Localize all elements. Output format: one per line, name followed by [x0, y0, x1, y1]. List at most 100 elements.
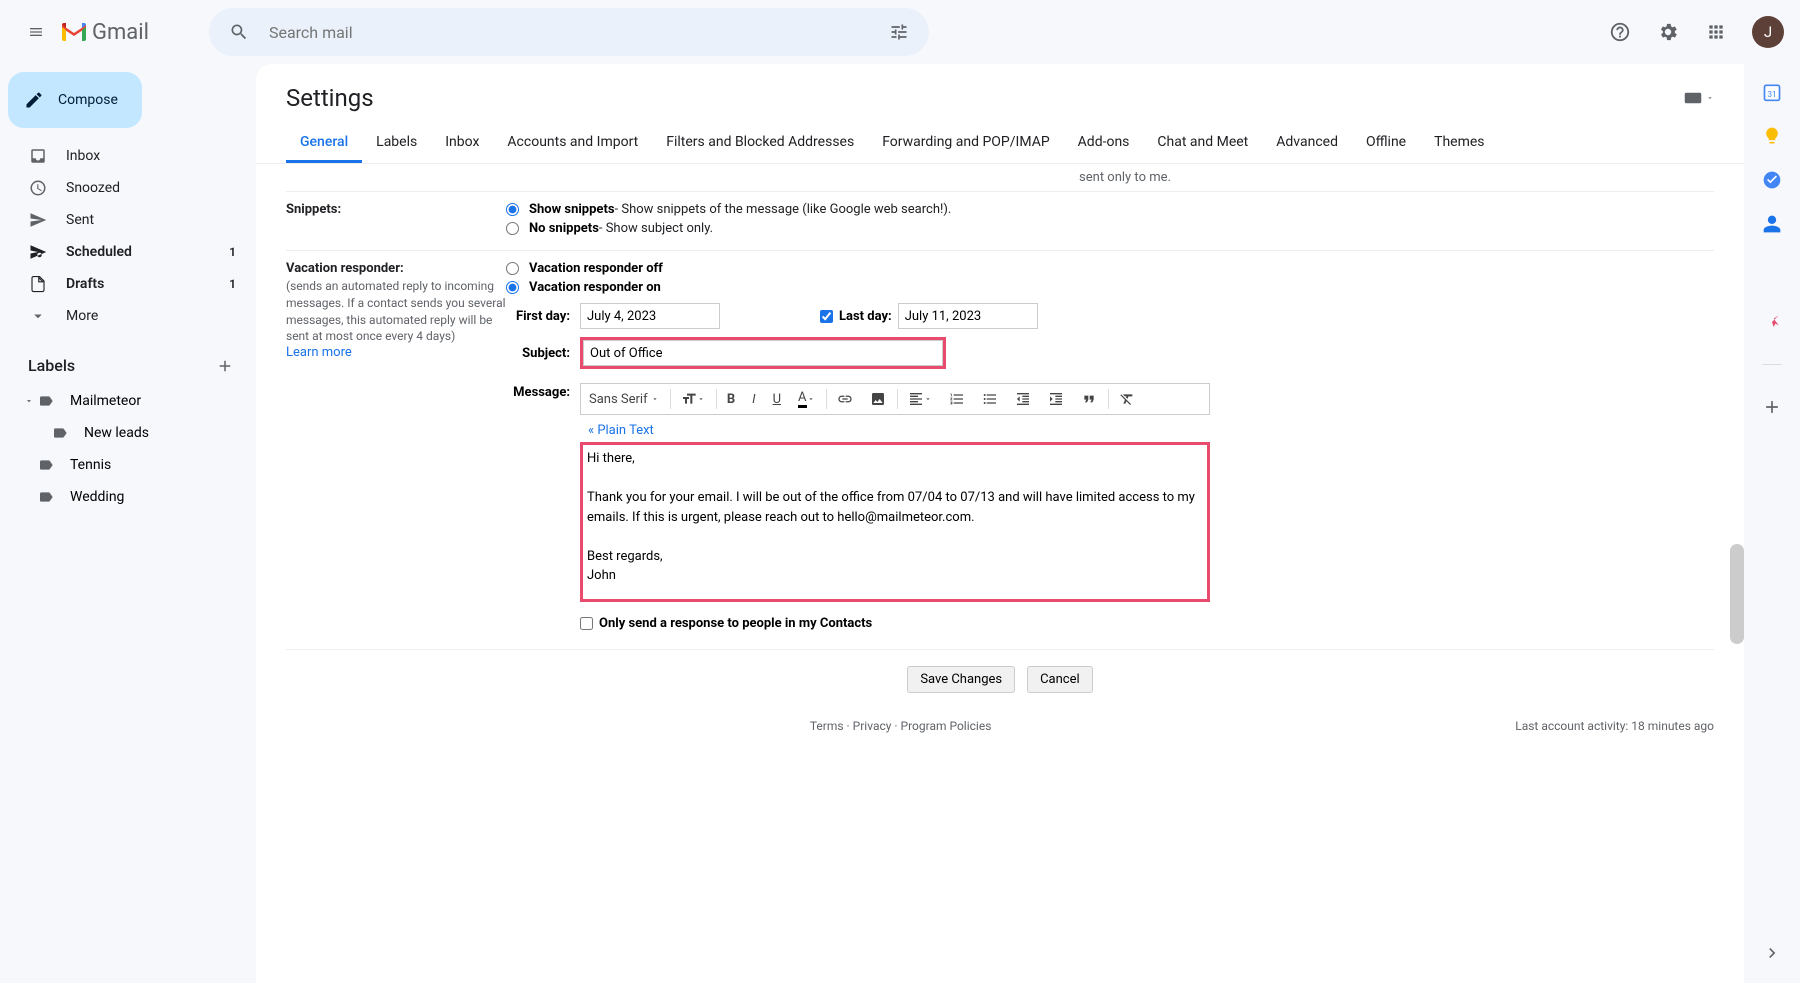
pencil-icon [24, 90, 44, 110]
first-day-input[interactable] [580, 303, 720, 329]
align-button[interactable] [900, 384, 941, 414]
addon-button[interactable] [1762, 312, 1782, 332]
text-size-icon [681, 391, 697, 407]
radio-show-snippets[interactable] [506, 203, 519, 216]
radio-no-snippets[interactable] [506, 222, 519, 235]
main-content: Settings General Labels Inbox Accounts a… [256, 64, 1744, 983]
tab-inbox[interactable]: Inbox [431, 124, 493, 163]
account-avatar[interactable]: J [1752, 16, 1784, 48]
draft-icon [29, 275, 47, 293]
indent-decrease-icon [1015, 391, 1031, 407]
search-bar[interactable] [209, 8, 929, 56]
search-input[interactable] [259, 23, 879, 42]
calendar-icon: 31 [1762, 82, 1782, 102]
tab-accounts[interactable]: Accounts and Import [493, 124, 652, 163]
contacts-only-checkbox[interactable] [580, 617, 593, 630]
sidebar: Compose Inbox Snoozed Sent Scheduled1 Dr… [0, 64, 256, 983]
sidebar-item-sent[interactable]: Sent [8, 204, 248, 236]
help-icon [1609, 21, 1631, 43]
sidebar-item-more[interactable]: More [8, 300, 248, 332]
font-size-button[interactable] [673, 384, 714, 414]
sidebar-item-scheduled[interactable]: Scheduled1 [8, 236, 248, 268]
gmail-icon [60, 21, 88, 43]
message-textarea[interactable]: Hi there, Thank you for your email. I wi… [580, 442, 1210, 602]
add-label-button[interactable] [216, 357, 234, 375]
contacts-button[interactable] [1762, 214, 1782, 234]
learn-more-link[interactable]: Learn more [286, 345, 506, 360]
font-family-button[interactable]: Sans Serif [581, 384, 668, 414]
apps-icon [1706, 22, 1726, 42]
label-icon [38, 489, 54, 505]
text-color-button[interactable]: A [790, 384, 823, 414]
tab-offline[interactable]: Offline [1352, 124, 1420, 163]
send-icon [29, 211, 47, 229]
tab-themes[interactable]: Themes [1420, 124, 1498, 163]
label-mailmeteor[interactable]: Mailmeteor [8, 385, 248, 417]
indent-increase-icon [1048, 391, 1064, 407]
quote-button[interactable] [1073, 384, 1106, 414]
cancel-button[interactable]: Cancel [1027, 666, 1093, 693]
tab-chat[interactable]: Chat and Meet [1143, 124, 1262, 163]
radio-vacation-on[interactable] [506, 281, 519, 294]
sidebar-item-drafts[interactable]: Drafts1 [8, 268, 248, 300]
main-menu-button[interactable] [16, 12, 56, 52]
footer: Terms · Privacy · Program Policies Last … [286, 709, 1714, 733]
support-button[interactable] [1600, 12, 1640, 52]
tab-addons[interactable]: Add-ons [1064, 124, 1144, 163]
footer-links[interactable]: Terms · Privacy · Program Policies [810, 719, 992, 733]
remove-format-icon [1119, 391, 1135, 407]
clock-icon [29, 179, 47, 197]
person-icon [1762, 214, 1782, 234]
sidebar-item-inbox[interactable]: Inbox [8, 140, 248, 172]
chevron-down-icon [29, 307, 47, 325]
link-button[interactable] [829, 384, 862, 414]
settings-button[interactable] [1648, 12, 1688, 52]
tab-advanced[interactable]: Advanced [1262, 124, 1352, 163]
app-name: Gmail [92, 20, 149, 45]
bold-button[interactable]: B [719, 384, 744, 414]
tab-labels[interactable]: Labels [362, 124, 431, 163]
svg-text:31: 31 [1767, 90, 1776, 100]
radio-vacation-off[interactable] [506, 262, 519, 275]
last-day-input[interactable] [898, 303, 1038, 329]
tab-general[interactable]: General [286, 124, 362, 163]
label-new-leads[interactable]: New leads [8, 417, 248, 449]
image-button[interactable] [862, 384, 895, 414]
last-day-checkbox[interactable] [820, 310, 833, 323]
save-button[interactable]: Save Changes [907, 666, 1015, 693]
subject-input[interactable] [583, 340, 943, 366]
footer-activity: Last account activity: 18 minutes ago [1515, 719, 1714, 733]
italic-button[interactable]: I [744, 384, 764, 414]
hamburger-icon [28, 22, 44, 42]
compose-button[interactable]: Compose [8, 72, 142, 128]
label-wedding[interactable]: Wedding [8, 481, 248, 513]
meteor-icon [1762, 312, 1782, 332]
indent-more-button[interactable] [1040, 384, 1073, 414]
tasks-button[interactable] [1762, 170, 1782, 190]
calendar-button[interactable]: 31 [1762, 82, 1782, 102]
plain-text-link[interactable]: « Plain Text [588, 423, 654, 438]
gmail-logo[interactable]: Gmail [60, 20, 149, 45]
label-tennis[interactable]: Tennis [8, 449, 248, 481]
search-options-button[interactable] [879, 12, 919, 52]
inbox-icon [29, 147, 47, 165]
indent-less-button[interactable] [1007, 384, 1040, 414]
schedule-icon [29, 243, 47, 261]
apps-button[interactable] [1696, 12, 1736, 52]
keep-button[interactable] [1762, 126, 1782, 146]
settings-tabs: General Labels Inbox Accounts and Import… [256, 124, 1744, 164]
tab-filters[interactable]: Filters and Blocked Addresses [652, 124, 868, 163]
dropdown-icon [807, 395, 815, 403]
hide-panel-button[interactable] [1762, 943, 1782, 963]
get-addons-button[interactable] [1762, 397, 1782, 417]
search-button[interactable] [219, 12, 259, 52]
numbered-list-button[interactable] [941, 384, 974, 414]
underline-button[interactable]: U [765, 384, 790, 414]
input-tools-button[interactable] [1684, 92, 1714, 104]
keyboard-icon [1684, 92, 1702, 104]
tab-forwarding[interactable]: Forwarding and POP/IMAP [868, 124, 1063, 163]
bullet-list-button[interactable] [974, 384, 1007, 414]
scrollbar[interactable] [1730, 544, 1744, 644]
remove-format-button[interactable] [1111, 384, 1144, 414]
sidebar-item-snoozed[interactable]: Snoozed [8, 172, 248, 204]
